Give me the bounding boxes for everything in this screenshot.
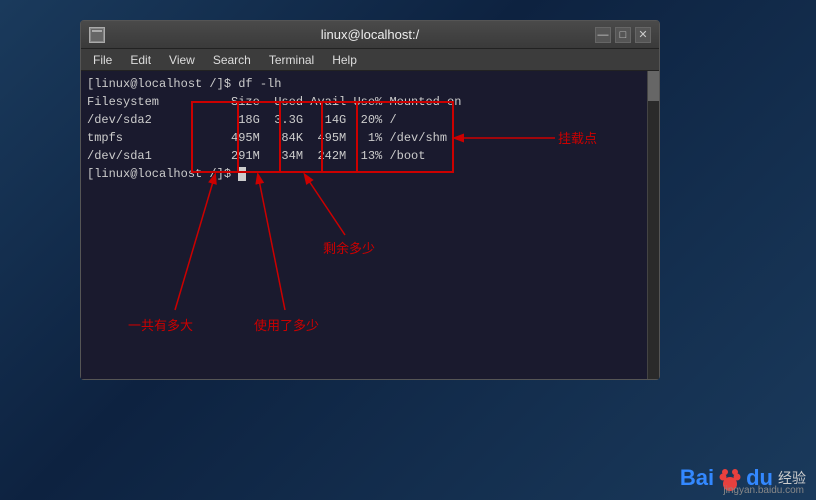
menu-search[interactable]: Search (205, 51, 259, 69)
minimize-button[interactable]: — (595, 27, 611, 43)
close-button[interactable]: ✕ (635, 27, 651, 43)
terminal-line-5: /dev/sda1 291M 34M 242M 13% /boot (87, 147, 653, 165)
menu-bar: File Edit View Search Terminal Help (81, 49, 659, 71)
terminal-line-6: [linux@localhost /]$ (87, 165, 653, 183)
terminal-line-2: Filesystem Size Used Avail Use% Mounted … (87, 93, 653, 111)
window-icon (89, 27, 105, 43)
window-title: linux@localhost:/ (321, 27, 419, 42)
terminal-line-1: [linux@localhost /]$ df -lh (87, 75, 653, 93)
menu-help[interactable]: Help (324, 51, 365, 69)
website-url: jingyan.baidu.com (723, 485, 804, 496)
label-mount: 挂载点 (558, 128, 597, 147)
maximize-button[interactable]: □ (615, 27, 631, 43)
scrollbar-thumb[interactable] (648, 71, 659, 101)
window-controls: — □ ✕ (595, 27, 651, 43)
terminal-scrollbar[interactable] (647, 71, 659, 379)
label-avail: 剩余多少 (323, 238, 375, 257)
label-used: 使用了多少 (254, 315, 319, 334)
title-bar: linux@localhost:/ — □ ✕ (81, 21, 659, 49)
label-total: 一共有多大 (128, 315, 193, 334)
menu-file[interactable]: File (85, 51, 120, 69)
terminal-line-3: /dev/sda2 18G 3.3G 14G 20% / (87, 111, 653, 129)
menu-terminal[interactable]: Terminal (261, 51, 322, 69)
menu-view[interactable]: View (161, 51, 203, 69)
menu-edit[interactable]: Edit (122, 51, 159, 69)
